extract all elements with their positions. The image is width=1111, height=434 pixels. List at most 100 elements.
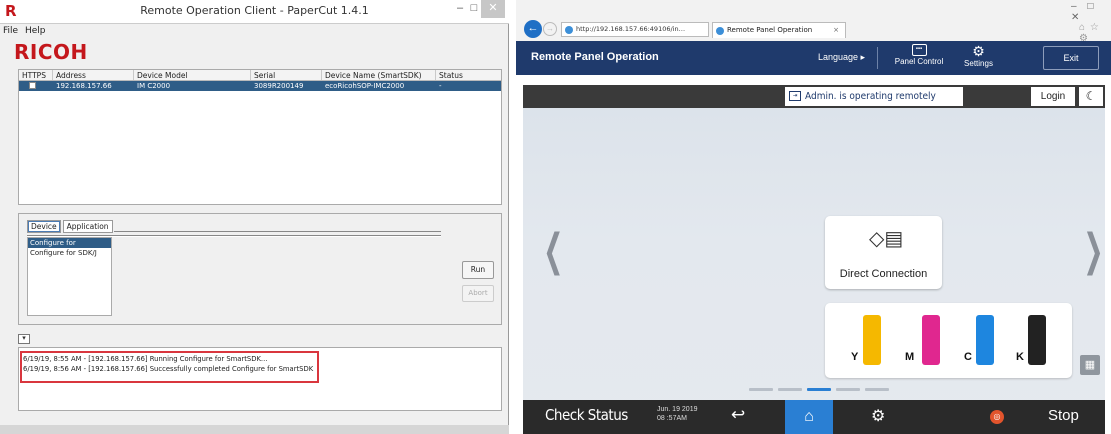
- tab-application[interactable]: Application: [62, 220, 113, 233]
- tab-device[interactable]: Device: [27, 220, 61, 233]
- remote-operation-banner: ⇥ Admin. is operating remotely: [785, 87, 963, 106]
- divider: [114, 231, 441, 232]
- previous-page-chevron-icon[interactable]: ❮: [543, 225, 563, 276]
- close-icon[interactable]: ✕: [481, 0, 505, 18]
- toner-label-m: M: [905, 351, 915, 363]
- configure-list: Configure for SmartSDK Configure for SDK…: [27, 237, 112, 316]
- back-arrow-icon[interactable]: ←: [524, 20, 542, 38]
- col-device-name[interactable]: Device Name (SmartSDK): [322, 70, 436, 80]
- window-title: Remote Operation Client - PaperCut 1.4.1: [140, 4, 369, 17]
- divider: [877, 47, 878, 69]
- cell-address: 192.168.157.66: [53, 81, 134, 91]
- stop-button[interactable]: Stop: [1048, 407, 1079, 424]
- forward-arrow-icon[interactable]: →: [543, 22, 557, 36]
- list-item[interactable]: Configure for SmartSDK: [28, 238, 111, 257]
- col-address[interactable]: Address: [53, 70, 134, 80]
- address-bar[interactable]: http://192.168.157.66:49106/in…: [561, 22, 709, 37]
- device-panel-screen: ⇥ Admin. is operating remotely Login ☾ ❮…: [523, 85, 1105, 434]
- settings-button[interactable]: ⚙ Settings: [956, 43, 1001, 68]
- page-indicator: [749, 388, 894, 391]
- toner-magenta: [922, 315, 940, 365]
- time-text: 08 :57AM: [657, 415, 687, 422]
- banner-text: Admin. is operating remotely: [805, 91, 936, 102]
- log-output: 6/19/19, 8:55 AM - [192.168.157.66] Runn…: [18, 347, 502, 411]
- col-serial[interactable]: Serial: [251, 70, 322, 80]
- direct-connection-label: Direct Connection: [839, 268, 928, 280]
- minimize-icon[interactable]: –: [453, 0, 467, 18]
- menu-bar: File Help: [0, 24, 509, 38]
- browser-tab[interactable]: Remote Panel Operation ×: [712, 22, 846, 38]
- page-dot[interactable]: [836, 388, 860, 391]
- log-line: 6/19/19, 8:55 AM - [192.168.157.66] Runn…: [23, 355, 268, 363]
- gear-icon: ⚙: [972, 43, 985, 59]
- window-controls-icon[interactable]: – □ ✕: [1071, 1, 1111, 23]
- https-checkbox[interactable]: [29, 82, 36, 89]
- page-dot[interactable]: [778, 388, 802, 391]
- panel-control-label: Panel Control: [894, 57, 944, 66]
- toner-label-y: Y: [851, 351, 859, 363]
- next-page-chevron-icon[interactable]: ❯: [1083, 225, 1103, 276]
- abort-button[interactable]: Abort: [462, 285, 494, 302]
- direct-connection-button[interactable]: ◇▤ Direct Connection: [825, 216, 942, 289]
- remote-panel-header: Remote Panel Operation Language ▸ ▪▪▪ Pa…: [516, 41, 1111, 75]
- toner-label-c: C: [964, 351, 972, 363]
- toner-label-k: K: [1016, 351, 1024, 363]
- toner-cyan: [976, 315, 994, 365]
- title-bar: R Remote Operation Client - PaperCut 1.4…: [0, 0, 509, 24]
- cell-device-name: ecoRicohSOP-IMC2000: [322, 81, 436, 91]
- app-grid-icon[interactable]: ▦: [1080, 355, 1100, 375]
- menu-help[interactable]: Help: [25, 26, 46, 36]
- browser-toolbar: – □ ✕ ← → http://192.168.157.66:49106/in…: [516, 0, 1111, 44]
- toner-yellow: [863, 315, 881, 365]
- back-icon[interactable]: ↩: [731, 405, 745, 425]
- table-row[interactable]: 192.168.157.66 IM C2000 3089R200149 ecoR…: [19, 81, 501, 91]
- col-device-model[interactable]: Device Model: [134, 70, 251, 80]
- tab-bar: Device Application: [27, 220, 115, 233]
- site-icon: [565, 26, 573, 34]
- ricoh-logo: RICOH: [14, 40, 88, 64]
- panel-bottom-bar: Check Status Jun. 19 2019 08 :57AM ↩ ⌂ ⚙…: [523, 400, 1105, 434]
- page-title: Remote Panel Operation: [531, 51, 659, 63]
- page-dot[interactable]: [749, 388, 773, 391]
- gear-icon[interactable]: ⚙: [871, 406, 885, 426]
- toner-black: [1028, 315, 1046, 365]
- collapse-log-button[interactable]: ▾: [18, 334, 30, 344]
- keypad-icon: ▪▪▪: [911, 44, 927, 56]
- language-button[interactable]: Language ▸: [818, 52, 865, 63]
- maximize-icon[interactable]: □: [467, 0, 481, 18]
- home-icon[interactable]: ⌂: [785, 400, 833, 434]
- menu-file[interactable]: File: [3, 26, 18, 36]
- cell-model: IM C2000: [134, 81, 251, 91]
- stop-icon[interactable]: ◎: [990, 410, 1004, 424]
- toner-level-widget[interactable]: Y M C K: [825, 303, 1072, 378]
- settings-label: Settings: [964, 59, 993, 68]
- col-https[interactable]: HTTPS: [19, 70, 53, 80]
- https-checkbox-cell: [19, 81, 53, 91]
- date-text: Jun. 19 2019: [657, 406, 698, 413]
- exit-button[interactable]: Exit: [1043, 46, 1099, 70]
- log-line: 6/19/19, 8:56 AM - [192.168.157.66] Succ…: [23, 365, 314, 373]
- page-dot-active[interactable]: [807, 388, 831, 391]
- site-icon: [716, 27, 724, 35]
- panel-control-button[interactable]: ▪▪▪ Panel Control: [889, 43, 949, 66]
- col-status[interactable]: Status: [436, 70, 483, 80]
- remote-screen-icon: ⇥: [789, 91, 801, 101]
- page-dot[interactable]: [865, 388, 889, 391]
- energy-saver-moon-icon[interactable]: ☾: [1079, 87, 1103, 106]
- date-time: Jun. 19 2019 08 :57AM: [657, 405, 697, 423]
- status-bar: [0, 425, 509, 434]
- address-text: http://192.168.157.66:49106/in…: [576, 25, 686, 33]
- panel-status-strip: ⇥ Admin. is operating remotely Login ☾: [523, 85, 1105, 108]
- run-button[interactable]: Run: [462, 261, 494, 279]
- remote-operation-client-window: R Remote Operation Client - PaperCut 1.4…: [0, 0, 509, 434]
- device-table: HTTPS Address Device Model Serial Device…: [18, 69, 502, 205]
- list-item[interactable]: Configure for SDK/J: [28, 248, 111, 258]
- operation-panel: Device Application Configure for SmartSD…: [18, 213, 502, 325]
- close-tab-icon[interactable]: ×: [833, 23, 839, 38]
- cell-serial: 3089R200149: [251, 81, 322, 91]
- tab-title: Remote Panel Operation: [727, 26, 813, 34]
- login-button[interactable]: Login: [1031, 87, 1075, 106]
- check-status-button[interactable]: Check Status: [545, 406, 628, 424]
- cell-status: -: [439, 82, 442, 90]
- table-header: HTTPS Address Device Model Serial Device…: [19, 70, 501, 81]
